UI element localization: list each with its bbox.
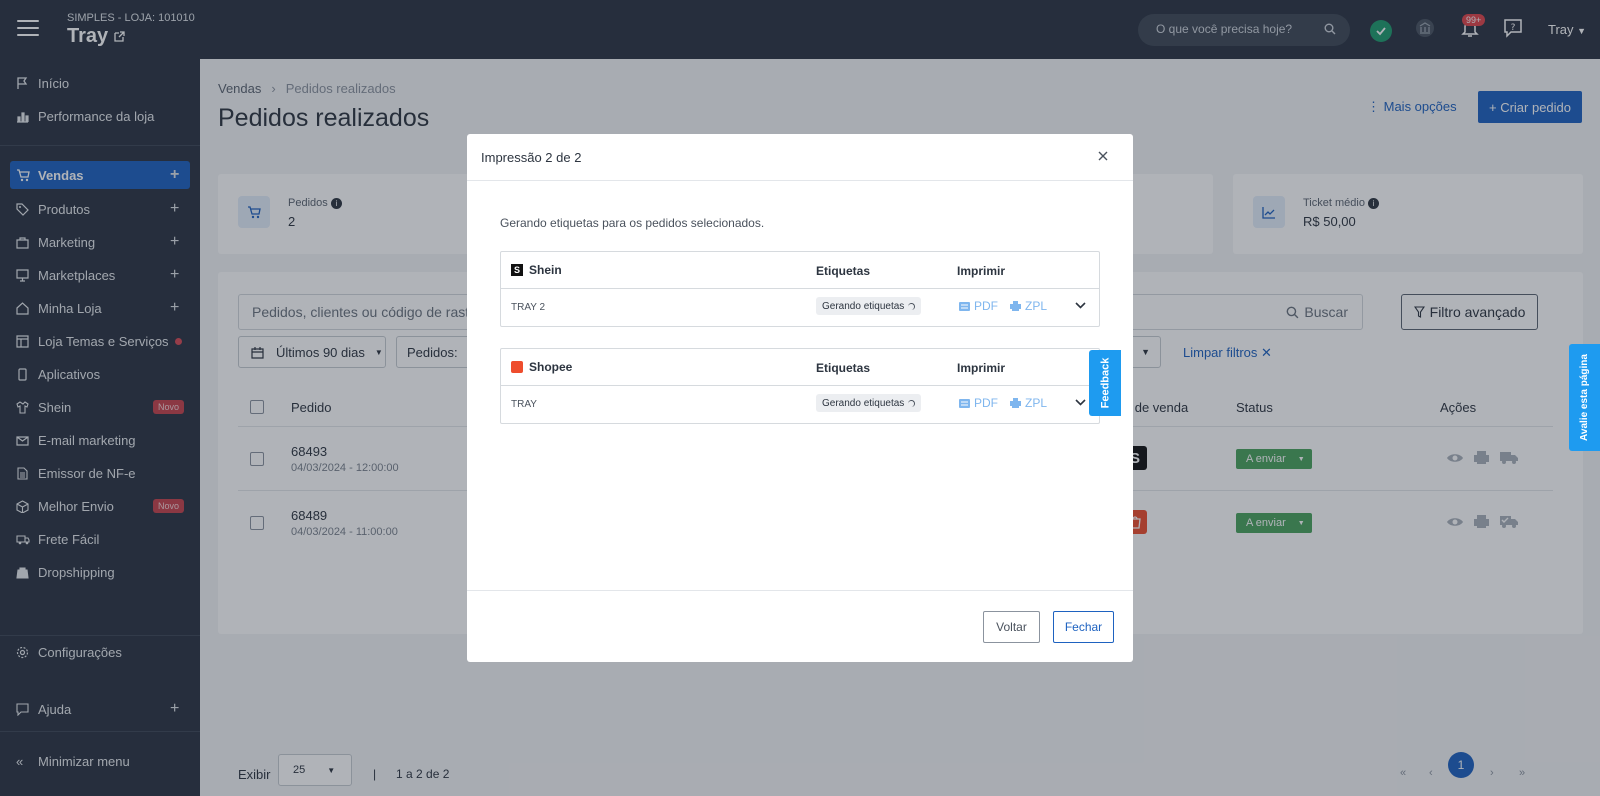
marketplace-header: S Shein Etiquetas Imprimir: [501, 252, 1099, 289]
marketplace-order-id: TRAY: [511, 399, 537, 410]
spinner-icon: [908, 302, 916, 310]
marketplace-labels-table: S Shein Etiquetas Imprimir TRAY 2 Gerand…: [500, 251, 1100, 327]
print-labels-modal: Impressão 2 de 2 Gerando etiquetas para …: [467, 134, 1133, 662]
print-pdf-link[interactable]: PDF: [959, 396, 998, 410]
label-status-badge: Gerando etiquetas: [816, 394, 922, 412]
modal-title: Impressão 2 de 2: [481, 150, 582, 165]
printer-icon: [1010, 398, 1021, 408]
shein-logo-icon: S: [511, 264, 523, 276]
close-button[interactable]: Fechar: [1053, 611, 1114, 643]
shopee-logo-icon: [511, 361, 523, 373]
pdf-icon: [959, 398, 970, 408]
close-icon[interactable]: [1098, 151, 1108, 161]
pdf-icon: [959, 301, 970, 311]
zpl-label: ZPL: [1025, 396, 1048, 410]
rate-page-tab[interactable]: Avalie esta página: [1569, 344, 1600, 451]
print-zpl-link[interactable]: ZPL: [1010, 396, 1047, 410]
print-zpl-link[interactable]: ZPL: [1010, 299, 1047, 313]
feedback-tab[interactable]: Feedback: [1089, 350, 1121, 416]
marketplace-name-text: Shopee: [529, 360, 573, 374]
label-status-text: Gerando etiquetas: [822, 397, 905, 409]
back-button[interactable]: Voltar: [983, 611, 1040, 643]
label-status-text: Gerando etiquetas: [822, 300, 905, 312]
spinner-icon: [908, 399, 916, 407]
column-header-print: Imprimir: [957, 361, 1006, 375]
zpl-label: ZPL: [1025, 299, 1048, 313]
print-pdf-link[interactable]: PDF: [959, 299, 998, 313]
marketplace-name: S Shein: [511, 263, 562, 277]
modal-footer-divider: [467, 590, 1133, 591]
rate-page-label: Avalie esta página: [1579, 354, 1591, 441]
modal-header: Impressão 2 de 2: [467, 134, 1133, 181]
marketplace-name: Shopee: [511, 360, 572, 374]
pdf-label: PDF: [974, 396, 998, 410]
label-status-badge: Gerando etiquetas: [816, 297, 922, 315]
column-header-labels: Etiquetas: [816, 264, 871, 278]
chevron-down-icon[interactable]: [1075, 302, 1086, 309]
column-header-print: Imprimir: [957, 264, 1006, 278]
marketplace-header: Shopee Etiquetas Imprimir: [501, 349, 1099, 386]
printer-icon: [1010, 301, 1021, 311]
pdf-label: PDF: [974, 299, 998, 313]
marketplace-labels-table: Shopee Etiquetas Imprimir TRAY Gerando e…: [500, 348, 1100, 424]
marketplace-name-text: Shein: [529, 263, 562, 277]
feedback-tab-label: Feedback: [1099, 357, 1111, 409]
marketplace-order-id: TRAY 2: [511, 302, 546, 313]
modal-description: Gerando etiquetas para os pedidos seleci…: [500, 216, 765, 230]
column-header-labels: Etiquetas: [816, 361, 871, 375]
chevron-down-icon[interactable]: [1075, 399, 1086, 406]
